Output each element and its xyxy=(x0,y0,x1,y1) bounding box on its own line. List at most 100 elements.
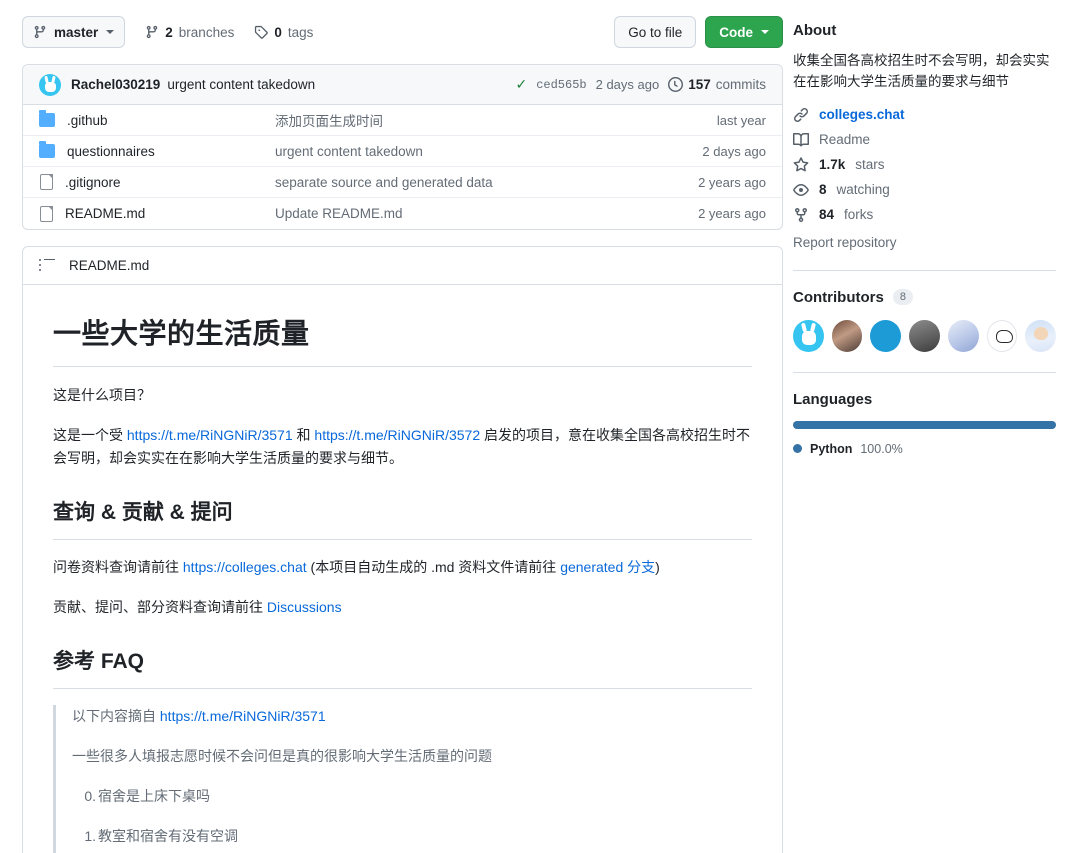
branch-icon xyxy=(147,25,158,39)
telegram-source-link[interactable]: https://t.me/RiNGNiR/3571 xyxy=(160,708,326,724)
code-button-label: Code xyxy=(719,24,753,40)
readme-intro-paragraph: 这是一个受 https://t.me/RiNGNiR/3571 和 https:… xyxy=(53,424,752,470)
contrib-before: 贡献、提问、部分资料查询请前往 xyxy=(53,599,267,616)
table-row[interactable]: questionnaires urgent content takedown 2… xyxy=(23,136,782,167)
query-before: 问卷资料查询请前往 xyxy=(53,559,183,576)
commit-meta: ✓ ced565b 2 days ago 157 commits xyxy=(515,76,766,93)
commits-count: 157 xyxy=(688,77,711,92)
file-name[interactable]: .github xyxy=(67,113,108,128)
file-commit-message[interactable]: 添加页面生成时间 xyxy=(275,110,717,130)
branch-icon xyxy=(34,25,46,39)
commit-author[interactable]: Rachel030219 xyxy=(71,77,160,92)
forks-count: 84 xyxy=(819,207,835,223)
file-commit-message[interactable]: separate source and generated data xyxy=(275,175,698,190)
file-age: last year xyxy=(716,112,766,128)
check-icon[interactable]: ✓ xyxy=(515,76,527,93)
colleges-chat-link[interactable]: https://colleges.chat xyxy=(183,559,307,575)
language-list: Python 100.0% xyxy=(793,442,1056,456)
branches-count: 2 xyxy=(165,24,173,40)
quote-intro-line: 一些很多人填报志愿时候不会问但是真的很影响大学生活质量的问题 xyxy=(72,748,492,765)
language-bar-python[interactable] xyxy=(793,420,1056,429)
stars-row[interactable]: 1.7k stars xyxy=(793,157,1056,173)
query-mid: (本项目自动生成的 .md 资料文件请前往 xyxy=(306,559,561,576)
file-name-cell: questionnaires xyxy=(39,141,275,159)
folder-icon xyxy=(39,110,55,127)
readme-question-what: 这是什么项目？ xyxy=(53,387,151,404)
table-row[interactable]: .gitignore separate source and generated… xyxy=(23,167,782,198)
go-to-file-button[interactable]: Go to file xyxy=(614,16,697,48)
file-table: Rachel030219 urgent content takedown ✓ c… xyxy=(22,64,783,230)
file-name[interactable]: questionnaires xyxy=(67,144,155,159)
readme-query-line: 问卷资料查询请前往 https://colleges.chat (本项目自动生成… xyxy=(53,556,752,579)
avatar[interactable] xyxy=(909,319,940,352)
divider xyxy=(793,269,1056,271)
faq-list: 宿舍是上床下桌吗 教室和宿舍有没有空调 有独立卫浴吗？没有独立浴室的话，澡堂离宿… xyxy=(72,785,752,853)
quote-before: 以下内容摘自 xyxy=(72,707,160,724)
branches-link[interactable]: 2 branches xyxy=(145,25,234,40)
language-color-dot xyxy=(793,444,802,454)
file-commit-message[interactable]: urgent content takedown xyxy=(275,144,702,159)
telegram-link-3571[interactable]: https://t.me/RiNGNiR/3571 xyxy=(127,427,293,443)
file-name[interactable]: .gitignore xyxy=(65,175,121,190)
star-icon xyxy=(793,157,809,172)
discussions-link[interactable]: Discussions xyxy=(267,599,342,615)
file-name[interactable]: README.md xyxy=(65,206,145,221)
tags-link[interactable]: 0 tags xyxy=(254,25,313,40)
commit-time: 2 days ago xyxy=(595,77,660,92)
readme-header: README.md xyxy=(23,247,782,285)
tag-icon xyxy=(255,25,269,39)
file-icon xyxy=(40,174,53,190)
fork-icon xyxy=(795,207,807,222)
list-unordered-icon[interactable] xyxy=(39,258,55,273)
readme-panel: README.md 一些大学的生活质量 这是什么项目？ 这是一个受 https:… xyxy=(22,246,783,853)
about-description: 收集全国各高校招生时不会写明，却会实实在在影响大学生活质量的要求与细节 xyxy=(793,53,1050,89)
telegram-link-3572[interactable]: https://t.me/RiNGNiR/3572 xyxy=(314,427,480,443)
file-icon xyxy=(40,205,53,222)
list-item: 教室和宿舍有没有空调 xyxy=(74,825,238,848)
readme-contrib-line: 贡献、提问、部分资料查询请前往 Discussions xyxy=(53,596,752,619)
branch-selector-button[interactable]: master xyxy=(22,16,126,48)
branch-name-label: master xyxy=(54,24,99,40)
intro-before: 这是一个受 xyxy=(53,427,127,444)
file-age: 2 years ago xyxy=(698,206,766,221)
file-name-cell: .gitignore xyxy=(39,174,275,190)
chevron-down-icon xyxy=(106,30,115,34)
avatar[interactable] xyxy=(793,319,824,352)
commits-label: commits xyxy=(715,77,766,92)
file-age: 2 years ago xyxy=(698,174,766,190)
readme-sidebar-label: Readme xyxy=(819,132,871,148)
file-name-cell: README.md xyxy=(39,205,275,222)
avatar[interactable] xyxy=(947,319,979,352)
link-icon xyxy=(794,107,808,122)
file-commit-message[interactable]: Update README.md xyxy=(275,206,698,221)
homepage-link-row[interactable]: colleges.chat xyxy=(793,107,1056,123)
about-title: About xyxy=(793,22,837,39)
generated-branch-link[interactable]: generated 分支 xyxy=(560,559,655,575)
file-name-cell: .github xyxy=(39,110,275,128)
commit-sha[interactable]: ced565b xyxy=(536,78,586,92)
table-row[interactable]: .github 添加页面生成时间 last year xyxy=(23,105,782,136)
avatar[interactable] xyxy=(986,319,1018,352)
contributors-title[interactable]: Contributors xyxy=(793,289,884,306)
folder-icon xyxy=(39,141,55,158)
readme-h2-query: 查询 & 贡献 & 提问 xyxy=(53,496,752,541)
repo-main-column: master 2 branches 0 tags Go to file Code… xyxy=(0,0,783,853)
forks-row[interactable]: 84 forks xyxy=(793,207,1056,223)
avatar[interactable] xyxy=(831,319,863,352)
avatar[interactable] xyxy=(1025,319,1056,352)
repository-page: master 2 branches 0 tags Go to file Code… xyxy=(0,0,1080,853)
commit-message[interactable]: urgent content takedown xyxy=(167,77,315,92)
avatar[interactable] xyxy=(870,319,902,352)
report-repository-link[interactable]: Report repository xyxy=(793,235,1056,250)
language-item-python[interactable]: Python 100.0% xyxy=(793,442,1056,456)
eye-icon xyxy=(793,183,809,196)
homepage-link[interactable]: colleges.chat xyxy=(819,107,905,122)
readme-link-row[interactable]: Readme xyxy=(793,132,1056,148)
code-button[interactable]: Code xyxy=(705,16,783,48)
table-row[interactable]: README.md Update README.md 2 years ago xyxy=(23,198,782,229)
language-percent: 100.0% xyxy=(860,441,903,456)
commits-link[interactable]: 157 commits xyxy=(668,77,766,92)
watching-row[interactable]: 8 watching xyxy=(793,182,1056,198)
contributors-header: Contributors 8 xyxy=(793,289,1056,306)
avatar[interactable] xyxy=(39,73,61,96)
